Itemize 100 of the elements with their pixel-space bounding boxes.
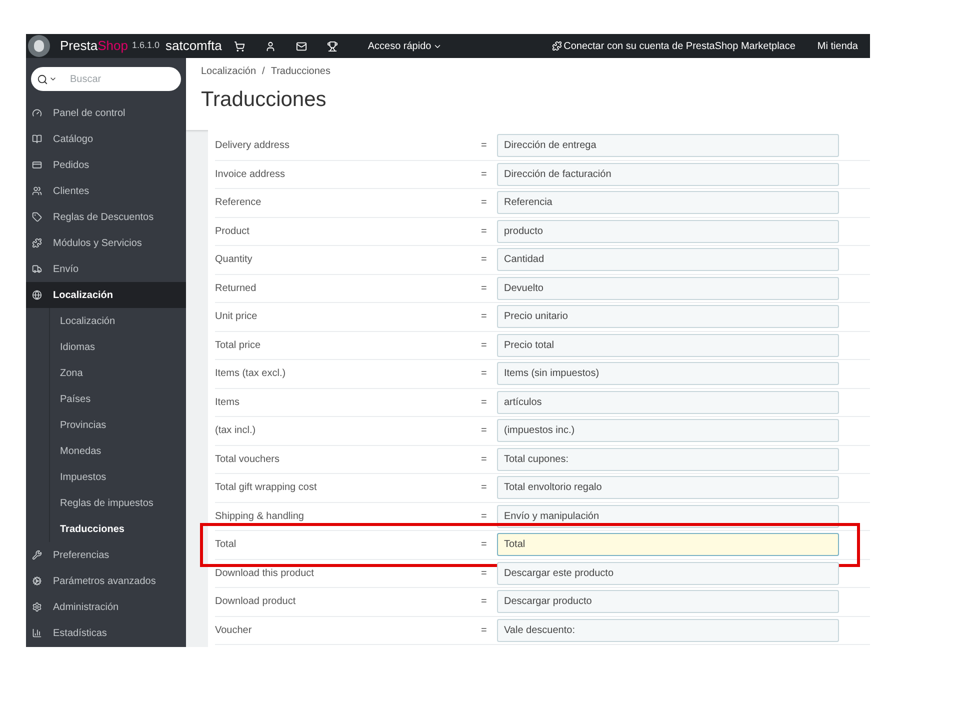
translation-field[interactable]: Dirección de facturación [497,162,839,186]
sidebar-item[interactable]: Clientes [26,178,186,204]
submenu-item[interactable]: Países [50,386,186,412]
my-shop-link[interactable]: Mi tienda [817,38,858,54]
equals-sign: = [481,424,488,438]
source-text: Invoice address [215,168,286,182]
translation-field[interactable]: Precio unitario [497,305,839,328]
equals-sign: = [481,538,488,552]
truck-icon [32,264,42,274]
sidebar-item[interactable]: Administración [26,594,186,620]
source-text: Reference [215,196,262,210]
equals-sign: = [481,566,488,581]
equals-sign: = [481,338,488,353]
sidebar-item[interactable]: Reglas de Descuentos [26,204,186,230]
sidebar-item[interactable]: Envío [26,256,186,282]
breadcrumb-link[interactable]: Localización [201,64,256,79]
translation-field[interactable]: Descargar producto [497,590,839,614]
equals-sign: = [481,367,488,382]
source-text: Total [215,538,238,552]
translation-field[interactable]: artículos [497,390,839,414]
source-text: Unit price [215,310,258,324]
sidebar-item[interactable]: Parámetros avanzados [26,568,186,594]
translation-field[interactable]: (impuestos inc.) [497,419,839,442]
submenu-item[interactable]: Provincias [50,412,186,438]
search-field[interactable]: Buscar [70,72,160,86]
submenu-item[interactable]: Idiomas [50,334,186,360]
brand-logo[interactable]: PrestaShop [60,36,128,56]
translation-field[interactable]: Dirección de entrega [497,134,839,158]
submenu-item[interactable]: Reglas de impuestos [50,490,186,516]
translation-field[interactable]: Referencia [497,191,839,214]
search-icon[interactable] [37,74,48,84]
translation-field[interactable]: Cantidad [497,248,839,272]
wrench-icon [32,550,42,560]
translation-field[interactable]: Total cupones: [497,448,839,471]
puzzle-icon[interactable] [552,41,562,51]
source-text: Download product [215,595,297,610]
equals-sign: = [481,396,488,410]
caret-icon[interactable] [49,75,57,83]
sidebar-item[interactable]: Localización [26,282,186,308]
equals-sign: = [481,253,488,268]
equals-sign: = [481,168,488,182]
source-text: Product [215,224,250,239]
equals-sign: = [481,481,488,496]
equals-sign: = [481,452,488,467]
source-text: Download this product [215,566,315,581]
breadcrumb-link[interactable]: Traducciones [270,64,330,79]
sidebar-item[interactable]: Catálogo [26,126,186,152]
source-text: Shipping & handling [215,510,305,524]
mail-icon[interactable] [296,40,307,52]
equals-sign: = [481,282,488,296]
source-text: Returned [215,282,258,296]
settings-icon [32,602,42,612]
shop-name[interactable]: satcomfta [165,36,222,56]
page-title: Traducciones [201,87,328,113]
submenu-item[interactable]: Traducciones [50,516,186,542]
submenu-item[interactable]: Zona [50,360,186,386]
source-text: Total vouchers [215,452,280,467]
source-text: Quantity [215,253,254,268]
marketplace-link[interactable]: Conectar con su cuenta de PrestaShop Marketplace [564,38,796,54]
translation-field[interactable]: producto [497,220,839,243]
translation-field[interactable]: Items (sin impuestos) [497,362,839,386]
source-text: Voucher [215,624,253,638]
sidebar-item[interactable]: Panel de control [26,100,186,126]
equals-sign: = [481,224,488,239]
cart-icon[interactable] [234,40,245,52]
sidebar-item[interactable]: Pedidos [26,152,186,178]
sidebar-item[interactable]: Estadísticas [26,620,186,646]
sidebar-item[interactable]: Preferencias [26,542,186,568]
submenu-item[interactable]: Monedas [50,438,186,464]
search-bar[interactable]: Buscar [31,67,181,91]
source-text: (tax incl.) [215,424,257,438]
trophy-icon[interactable] [326,40,338,52]
puzzle-icon [32,238,42,248]
source-text: Total gift wrapping cost [215,481,318,496]
card-icon [32,160,42,170]
submenu-item[interactable]: Localización [50,308,186,334]
equals-sign: = [481,196,488,210]
translation-field[interactable]: Vale descuento: [497,618,839,642]
logo-icon [28,35,50,57]
book-icon [32,134,42,144]
translation-field[interactable]: Descargar este producto [497,562,839,585]
cogs-icon [32,576,42,586]
source-text: Items [215,396,240,410]
equals-sign: = [481,310,488,324]
source-text: Total price [215,338,262,353]
quick-access-menu[interactable]: Acceso rápido [368,38,442,54]
sidebar-item[interactable]: Módulos y Servicios [26,230,186,256]
translation-field[interactable]: Total [497,533,839,556]
bar-chart-icon [32,628,42,638]
translation-field[interactable]: Total envoltorio regalo [497,476,839,500]
submenu-item[interactable]: Impuestos [50,464,186,490]
user-icon[interactable] [264,40,276,52]
source-text: Delivery address [215,139,290,154]
users-icon [32,186,42,196]
breadcrumb-separator: / [262,65,265,79]
equals-sign: = [481,624,488,638]
translation-field[interactable]: Devuelto [497,276,839,300]
equals-sign: = [481,595,488,610]
translation-field[interactable]: Precio total [497,334,839,357]
dashboard-icon [32,108,42,118]
